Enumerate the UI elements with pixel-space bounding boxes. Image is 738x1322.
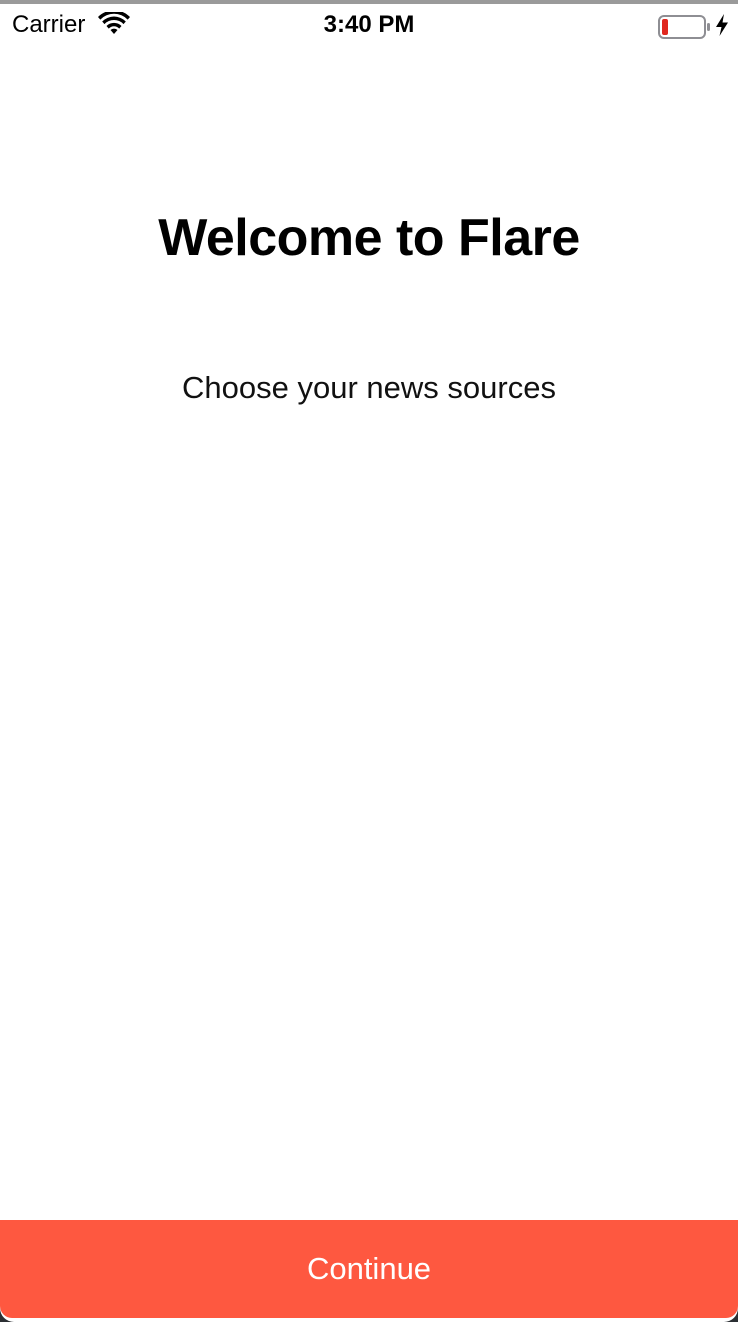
clock: 3:40 PM — [323, 11, 415, 38]
continue-button[interactable]: Continue — [0, 1220, 738, 1318]
page-subtitle: Choose your news sources — [182, 370, 556, 405]
charging-bolt-icon — [716, 14, 728, 36]
status-bar: Carrier 3:40 PM — [0, 4, 738, 44]
battery-low-icon — [658, 15, 710, 39]
battery-fill — [662, 19, 668, 35]
app-screen: Carrier 3:40 PM Welcome to Flare Choose … — [0, 0, 738, 1322]
page-title: Welcome to Flare — [158, 209, 580, 267]
